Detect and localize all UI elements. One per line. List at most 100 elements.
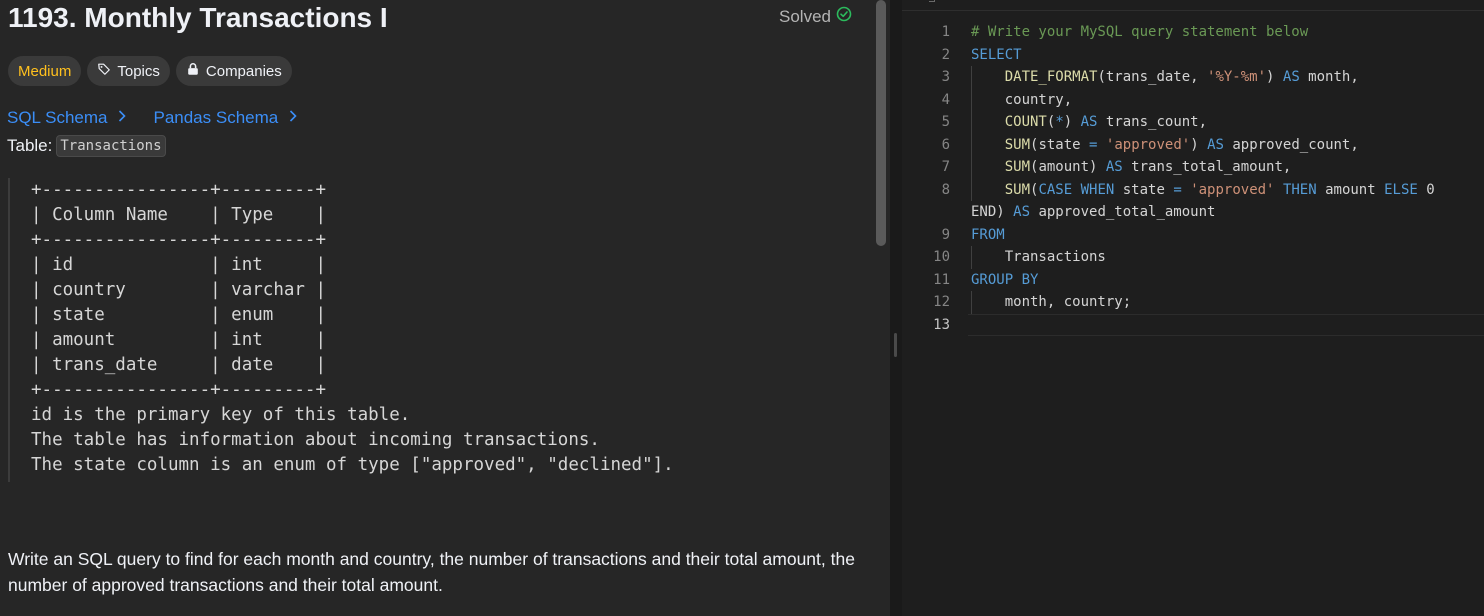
code-token: END) bbox=[971, 204, 1014, 220]
code-line[interactable]: 13 bbox=[902, 314, 1484, 337]
code-text: country, bbox=[971, 89, 1072, 112]
difficulty-label: Medium bbox=[18, 62, 72, 80]
code-text: SELECT bbox=[971, 44, 1022, 67]
code-text: month, country; bbox=[971, 291, 1131, 314]
code-token: country, bbox=[971, 91, 1073, 108]
description-scrollbar-thumb[interactable] bbox=[876, 0, 886, 246]
code-token: approved_count, bbox=[1223, 136, 1359, 153]
code-line[interactable]: 7 SUM(amount) AS trans_total_amount, bbox=[902, 156, 1484, 179]
line-number: 8 bbox=[941, 181, 950, 198]
lock-icon bbox=[186, 62, 200, 80]
line-number: 3 bbox=[941, 69, 950, 85]
code-token: # Write your MySQL query statement below bbox=[971, 24, 1309, 40]
code-line[interactable]: END) AS approved_total_amount bbox=[902, 201, 1484, 224]
code-text: # Write your MySQL query statement below bbox=[971, 21, 1308, 44]
code-line[interactable]: 3 DATE_FORMAT(trans_date, '%Y-%m') AS mo… bbox=[902, 66, 1484, 89]
code-token: FROM bbox=[971, 226, 1005, 243]
code-token: ) bbox=[1266, 69, 1283, 85]
companies-label: Companies bbox=[205, 62, 282, 80]
code-token: (state bbox=[1030, 136, 1090, 153]
code-token: amount bbox=[1316, 181, 1385, 198]
code-line[interactable]: 5 COUNT(*) AS trans_count, bbox=[902, 111, 1484, 134]
sql-schema-link[interactable]: SQL Schema bbox=[7, 108, 127, 128]
line-number: 5 bbox=[941, 114, 950, 130]
companies-button[interactable]: Companies bbox=[175, 56, 292, 86]
code-text: DATE_FORMAT(trans_date, '%Y-%m') AS mont… bbox=[971, 66, 1359, 89]
topics-button[interactable]: Topics bbox=[87, 56, 170, 86]
code-token: trans_count, bbox=[1097, 114, 1208, 130]
code-token: '%Y-%m' bbox=[1207, 69, 1267, 85]
problem-description-panel: 1193. Monthly Transactions I Solved Medi… bbox=[0, 0, 872, 616]
splitter-grip-icon[interactable] bbox=[894, 333, 897, 357]
code-token: 'approved' bbox=[1190, 181, 1275, 198]
indent-guide bbox=[971, 66, 972, 201]
difficulty-badge[interactable]: Medium bbox=[8, 56, 82, 86]
schema-links: SQL Schema Pandas Schema bbox=[7, 108, 298, 128]
code-token: AS bbox=[1013, 204, 1031, 220]
code-token: DATE_FORMAT bbox=[1004, 69, 1098, 85]
code-token: trans_total_amount, bbox=[1122, 159, 1292, 175]
code-token: THEN bbox=[1282, 181, 1317, 198]
chevron-right-icon bbox=[117, 108, 127, 128]
code-text: GROUP BY bbox=[971, 269, 1038, 292]
table-label: Table: Transactions bbox=[7, 135, 166, 157]
code-token: state bbox=[1114, 181, 1174, 198]
code-token: SUM bbox=[1004, 136, 1031, 153]
question-text: Write an SQL query to find for each mont… bbox=[8, 549, 855, 595]
code-token: SUM bbox=[1004, 159, 1031, 175]
code-token: Transactions bbox=[971, 249, 1106, 265]
code-line[interactable]: 12 month, country; bbox=[902, 291, 1484, 314]
code-token: COUNT bbox=[1004, 114, 1047, 130]
code-token: = bbox=[1173, 181, 1182, 198]
code-editor[interactable]: 1 # Write your MySQL query statement belo… bbox=[902, 0, 1484, 616]
problem-title[interactable]: 1193. Monthly Transactions I bbox=[8, 0, 388, 36]
check-circle-icon bbox=[836, 6, 852, 27]
indent-guide bbox=[971, 246, 972, 269]
panel-splitter[interactable] bbox=[890, 0, 902, 616]
pandas-schema-label: Pandas Schema bbox=[153, 108, 279, 127]
code-token: (amount) bbox=[1030, 159, 1106, 175]
code-line[interactable]: 2 SELECT bbox=[902, 44, 1484, 67]
code-line[interactable]: 10 Transactions bbox=[902, 246, 1484, 269]
code-token: ELSE bbox=[1384, 181, 1418, 198]
line-number: 4 bbox=[941, 91, 950, 108]
code-text: SUM(amount) AS trans_total_amount, bbox=[971, 156, 1292, 179]
chevron-down-icon[interactable] bbox=[929, 0, 935, 2]
pandas-schema-link[interactable]: Pandas Schema bbox=[153, 108, 298, 128]
problem-tags: Medium Topics Companies bbox=[8, 56, 292, 86]
line-number: 7 bbox=[941, 159, 950, 175]
line-number: 13 bbox=[933, 316, 950, 333]
table-prefix: Table: bbox=[7, 136, 53, 155]
code-line[interactable]: 1 # Write your MySQL query statement belo… bbox=[902, 21, 1484, 44]
topics-label: Topics bbox=[117, 62, 160, 80]
code-line[interactable]: 8 SUM(CASE WHEN state = 'approved' THEN … bbox=[902, 179, 1484, 202]
line-number: 10 bbox=[933, 249, 950, 265]
code-line[interactable]: 6 SUM(state = 'approved') AS approved_co… bbox=[902, 134, 1484, 157]
code-line[interactable]: 9 FROM bbox=[902, 224, 1484, 247]
code-token: AS bbox=[1207, 136, 1224, 153]
code-token: AS bbox=[1282, 69, 1300, 85]
line-number: 1 bbox=[941, 24, 950, 40]
code-token: CASE WHEN bbox=[1038, 181, 1115, 198]
code-text: FROM bbox=[971, 224, 1005, 247]
editor-top-bar bbox=[902, 0, 1484, 11]
line-number: 6 bbox=[941, 136, 950, 153]
code-token: * bbox=[1055, 114, 1064, 130]
tag-icon bbox=[97, 62, 111, 80]
code-token: GROUP BY bbox=[971, 271, 1039, 288]
code-text: SUM(CASE WHEN state = 'approved' THEN am… bbox=[971, 179, 1435, 202]
code-token: 'approved' bbox=[1105, 136, 1191, 153]
schema-code-block: +----------------+---------+ | Column Na… bbox=[8, 178, 864, 482]
solved-status: Solved bbox=[779, 6, 852, 27]
code-line[interactable]: 11 GROUP BY bbox=[902, 269, 1484, 292]
line-number: 12 bbox=[933, 294, 950, 310]
code-line[interactable]: 4 country, bbox=[902, 89, 1484, 112]
